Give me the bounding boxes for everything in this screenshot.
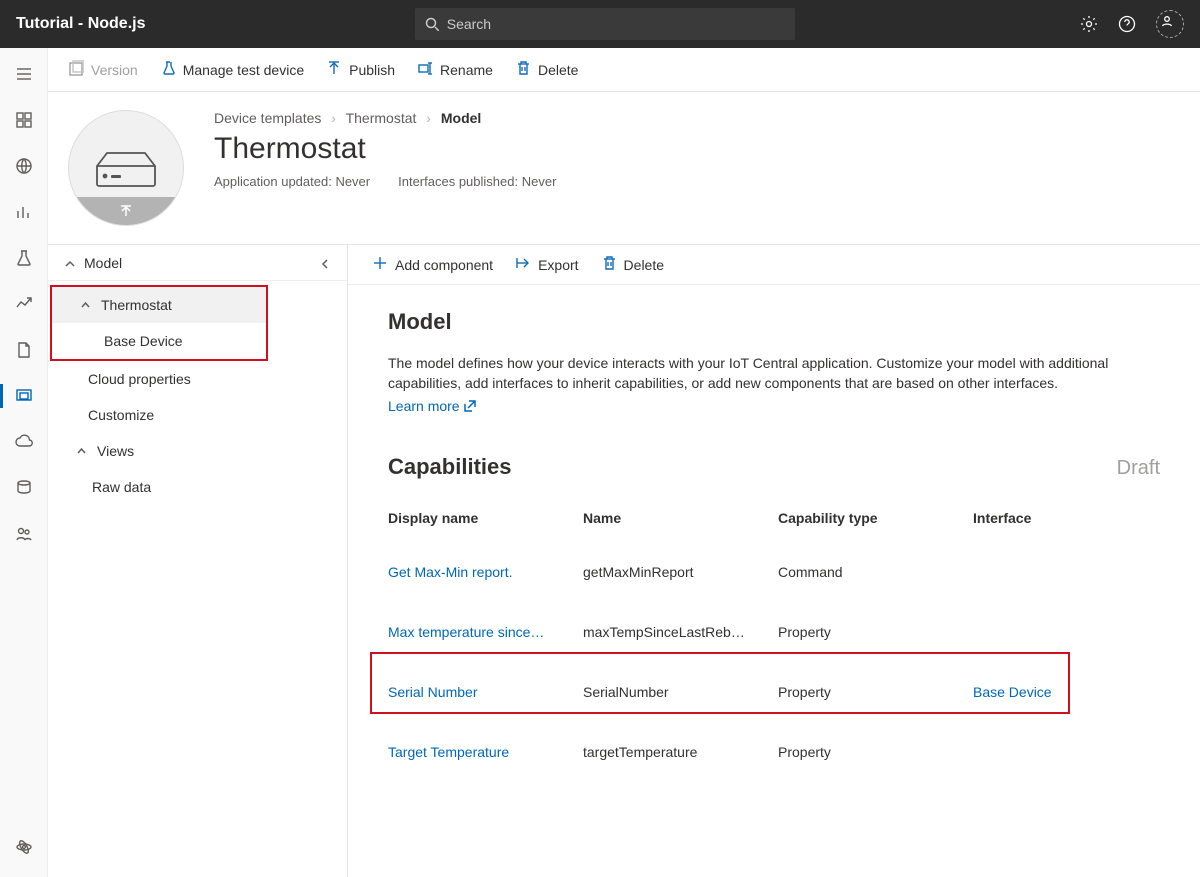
cell-name: targetTemperature [583,744,778,760]
cell-interface [973,624,1123,640]
nav-rail [0,48,48,877]
cell-type: Property [778,624,973,640]
search-icon [425,17,439,31]
breadcrumb-thermostat[interactable]: Thermostat [346,110,417,126]
status-badge: Draft [1117,457,1160,480]
help-icon[interactable] [1118,15,1136,33]
cell-name: getMaxMinReport [583,564,778,580]
cell-name: SerialNumber [583,684,778,700]
breadcrumb-device-templates[interactable]: Device templates [214,110,321,126]
page-title: Thermostat [214,132,1176,166]
nav-atom-icon[interactable] [0,829,48,865]
cell-name: maxTempSinceLastReb… [583,624,778,640]
nav-users-icon[interactable] [0,516,48,552]
cell-type: Property [778,744,973,760]
model-toolbar: Add component Export Delete [348,245,1200,285]
nav-analytics-icon[interactable] [0,194,48,230]
chevron-up-icon [80,297,91,313]
chevron-left-icon[interactable] [319,257,331,269]
cell-display[interactable]: Target Temperature [388,744,583,760]
model-tree: Model Thermostat Base Device Cloud prope… [48,245,348,877]
cell-type: Command [778,564,973,580]
table-row[interactable]: Target Temperature targetTemperature Pro… [388,722,1160,782]
tree-item-thermostat[interactable]: Thermostat [52,287,266,323]
cell-display[interactable]: Max temperature since… [388,624,583,640]
cell-interface [973,744,1123,760]
top-icon-group [1080,10,1184,38]
settings-icon[interactable] [1080,15,1098,33]
col-name: Name [583,510,778,526]
nav-file-icon[interactable] [0,332,48,368]
table-row[interactable]: Get Max-Min report. getMaxMinReport Comm… [388,542,1160,602]
cell-type: Property [778,684,973,700]
user-avatar[interactable] [1156,10,1184,38]
nav-dashboard-icon[interactable] [0,102,48,138]
capabilities-header: Capabilities Draft [388,454,1160,480]
nav-globe-icon[interactable] [0,148,48,184]
main-content: Version Manage test device Publish Renam… [48,48,1200,877]
top-header: Tutorial - Node.js Search [0,0,1200,48]
chevron-up-icon [64,257,76,269]
table-row[interactable]: Serial Number SerialNumber Property Base… [388,662,1160,722]
tree-item-cloud-properties[interactable]: Cloud properties [48,361,347,397]
nav-storage-icon[interactable] [0,470,48,506]
learn-more-link[interactable]: Learn more [388,398,476,414]
cell-interface [973,564,1123,580]
command-bar: Version Manage test device Publish Renam… [48,48,1200,92]
model-delete-button[interactable]: Delete [601,255,664,274]
model-body: Model The model defines how your device … [348,285,1200,877]
nav-chart-icon[interactable] [0,286,48,322]
version-button[interactable]: Version [68,60,138,79]
template-info: Device templates › Thermostat › Model Th… [214,110,1176,189]
split-area: Model Thermostat Base Device Cloud prope… [48,245,1200,877]
table-row[interactable]: Max temperature since… maxTempSinceLastR… [388,602,1160,662]
model-heading: Model [388,309,1160,335]
capabilities-table: Display name Name Capability type Interf… [388,500,1160,782]
export-button[interactable]: Export [515,255,578,274]
col-capability-type: Capability type [778,510,973,526]
highlighted-row-container: Serial Number SerialNumber Property Base… [388,662,1160,722]
chevron-right-icon: › [426,110,431,126]
manage-test-device-button[interactable]: Manage test device [160,60,304,79]
nav-cloud-icon[interactable] [0,424,48,460]
tree-item-raw-data[interactable]: Raw data [48,469,347,505]
template-meta: Application updated: Never Interfaces pu… [214,174,1176,189]
app-title: Tutorial - Node.js [16,15,145,33]
tree-item-views[interactable]: Views [48,433,347,469]
main-layout: Version Manage test device Publish Renam… [0,48,1200,877]
model-description: The model defines how your device intera… [388,353,1160,394]
search-placeholder: Search [447,16,491,32]
device-icon [95,148,157,188]
table-header: Display name Name Capability type Interf… [388,500,1160,542]
tree-root[interactable]: Model [48,245,347,281]
search-input[interactable]: Search [415,8,795,40]
tree-item-base-device[interactable]: Base Device [52,323,266,359]
upload-icon [69,197,183,225]
nav-beaker-icon[interactable] [0,240,48,276]
chevron-up-icon [76,443,87,459]
device-thumbnail[interactable] [68,110,184,226]
col-display-name: Display name [388,510,583,526]
rename-button[interactable]: Rename [417,60,493,79]
tree-item-customize[interactable]: Customize [48,397,347,433]
nav-templates-icon[interactable] [0,378,48,414]
capabilities-heading: Capabilities [388,454,511,480]
nav-hamburger[interactable] [0,56,48,92]
highlight-box-tree: Thermostat Base Device [50,285,268,361]
breadcrumb: Device templates › Thermostat › Model [214,110,1176,126]
model-panel: Add component Export Delete Model The mo… [348,245,1200,877]
col-interface: Interface [973,510,1123,526]
chevron-right-icon: › [331,110,336,126]
cell-display[interactable]: Get Max-Min report. [388,564,583,580]
add-component-button[interactable]: Add component [372,255,493,274]
external-link-icon [464,400,476,412]
cell-display[interactable]: Serial Number [388,684,583,700]
cell-interface[interactable]: Base Device [973,684,1123,700]
breadcrumb-current: Model [441,110,481,126]
delete-button[interactable]: Delete [515,60,578,79]
template-header: Device templates › Thermostat › Model Th… [48,92,1200,245]
publish-button[interactable]: Publish [326,60,395,79]
